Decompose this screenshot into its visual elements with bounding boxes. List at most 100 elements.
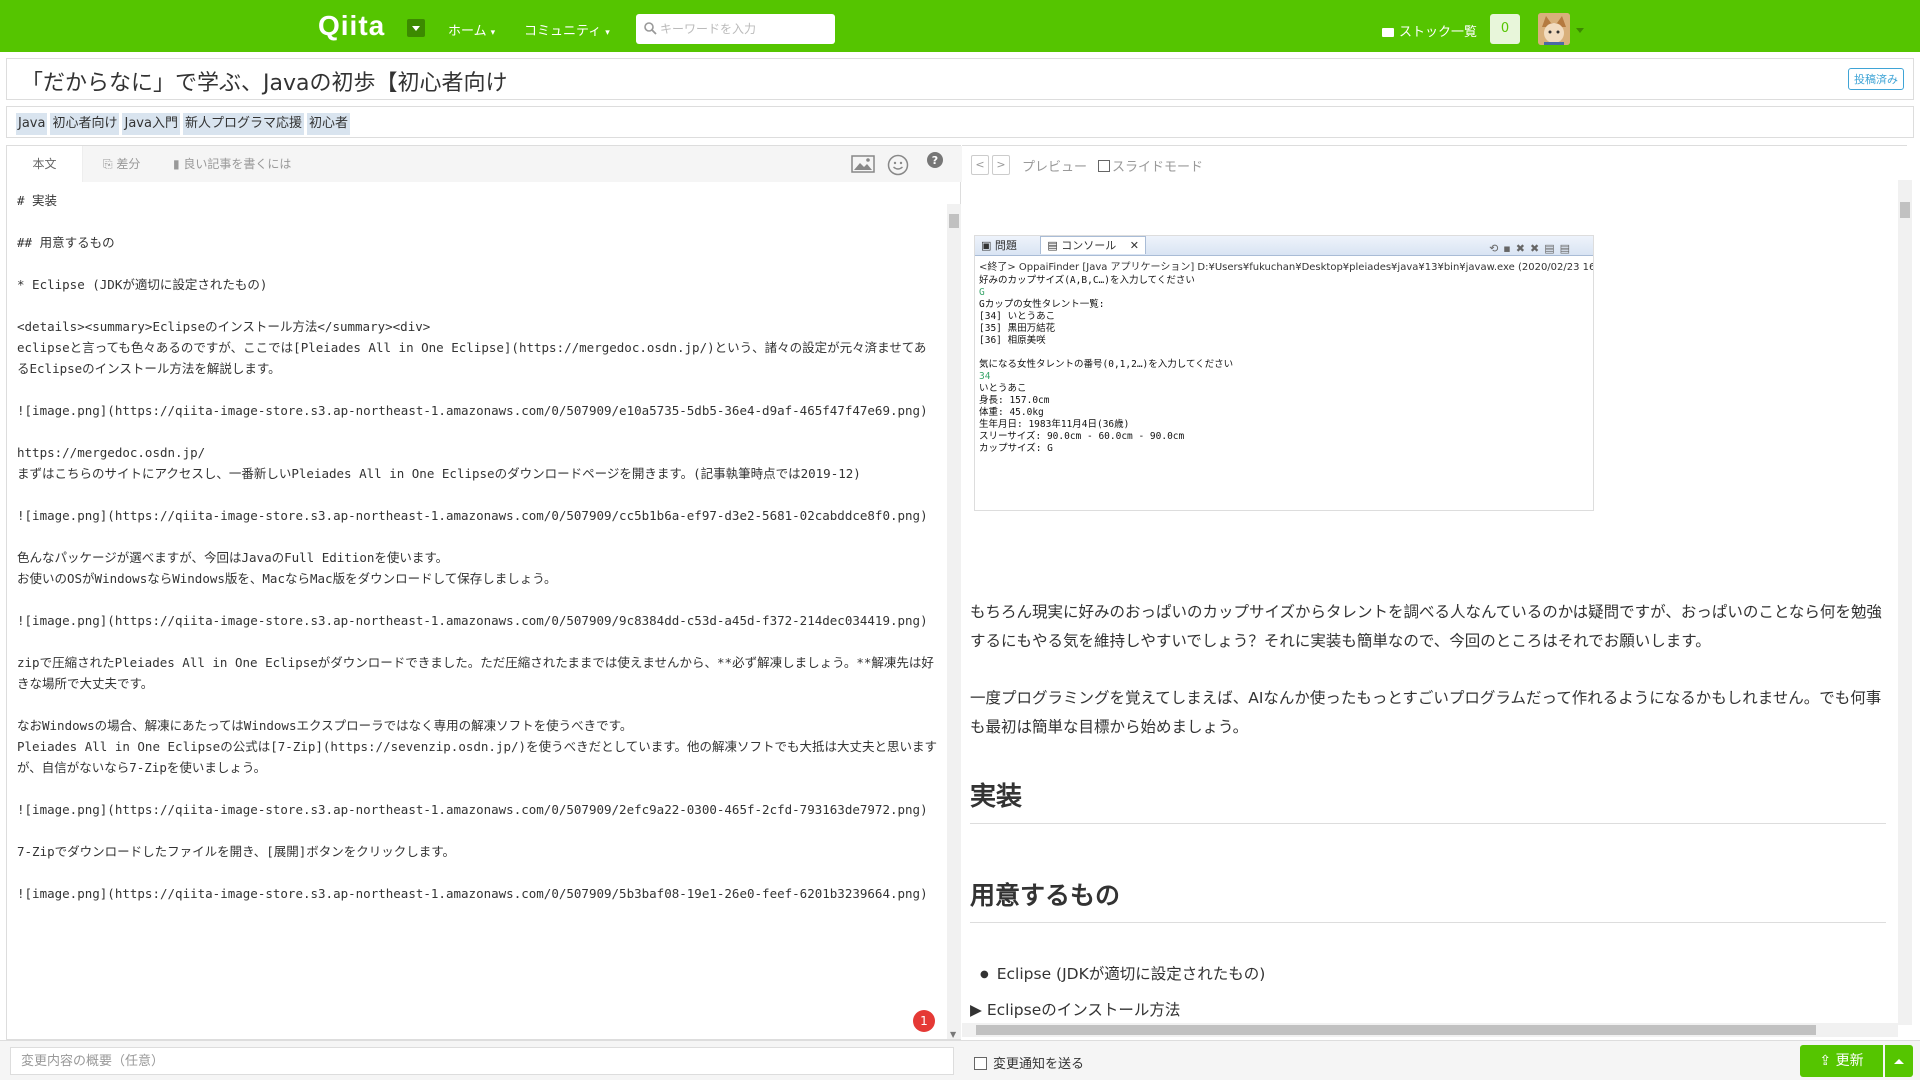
editor-line[interactable]: ![image.png](https://qiita-image-store.s… xyxy=(17,505,937,526)
editor-line[interactable] xyxy=(17,379,937,400)
console-line: G xyxy=(979,287,985,298)
prev-slide-button[interactable]: < xyxy=(971,155,989,175)
emoji-icon[interactable] xyxy=(887,154,909,176)
image-icon[interactable] xyxy=(851,154,875,174)
error-count-badge[interactable]: 1 xyxy=(913,1010,935,1032)
tag-chip[interactable]: 新人プログラマ応援 xyxy=(182,113,304,135)
editor-line[interactable]: <details><summary>Eclipseのインストール方法</summ… xyxy=(17,316,937,337)
editor-line[interactable]: ![image.png](https://qiita-image-store.s… xyxy=(17,400,937,421)
editor-line[interactable] xyxy=(17,295,937,316)
notify-checkbox[interactable] xyxy=(974,1057,987,1070)
help-icon[interactable]: ? xyxy=(927,152,943,168)
editor-line[interactable] xyxy=(17,211,937,232)
nav-community[interactable]: コミュニティ ▾ xyxy=(524,20,610,39)
editor-line[interactable]: * Eclipse (JDKが適切に設定されたもの) xyxy=(17,274,937,295)
editor-line[interactable]: ![image.png](https://qiita-image-store.s… xyxy=(17,799,937,820)
problems-tab: ▣ 問題 xyxy=(981,239,1017,252)
next-slide-button[interactable]: > xyxy=(992,155,1010,175)
editor-line[interactable]: お使いのOSがWindowsならWindows版を、MacならMac版をダウンロ… xyxy=(17,568,937,589)
article-title[interactable]: 「だからなに」で学ぶ、Javaの初歩【初心者向け xyxy=(21,65,507,97)
scroll-down-arrow-icon[interactable]: ▼ xyxy=(950,1030,956,1039)
editor-line[interactable]: ## 用意するもの xyxy=(17,232,937,253)
stock-list-link[interactable]: ストック一覧 xyxy=(1382,21,1477,40)
editor-line[interactable] xyxy=(17,778,937,799)
editor-line[interactable]: まずはこちらのサイトにアクセスし、一番新しいPleiades All in On… xyxy=(17,463,937,484)
editor-line[interactable] xyxy=(17,631,937,652)
preview-hscroll-thumb[interactable] xyxy=(976,1025,1816,1035)
editor-line[interactable]: # 実装 xyxy=(17,190,937,211)
list-item: Eclipse (JDKが適切に設定されたもの) xyxy=(980,962,1266,984)
heading-implementation: 実装 xyxy=(970,776,1886,824)
console-line: スリーサイズ: 90.0cm - 60.0cm - 90.0cm xyxy=(979,431,1185,442)
tab-diff[interactable]: ⎘ 差分 xyxy=(91,146,152,182)
upload-icon: ⇪ xyxy=(1819,1053,1836,1069)
heading-requirements: 用意するもの xyxy=(970,876,1886,923)
change-summary-input[interactable] xyxy=(11,1048,953,1074)
editor-line[interactable] xyxy=(17,589,937,610)
tab-writing-guide[interactable]: ▮ 良い記事を書くには xyxy=(161,146,303,182)
editor-line[interactable] xyxy=(17,862,937,883)
folder-icon xyxy=(1382,28,1394,37)
editor-line[interactable]: ![image.png](https://qiita-image-store.s… xyxy=(17,883,937,904)
tag-chip[interactable]: Java xyxy=(16,113,48,135)
tag-chip[interactable]: 初心者向け xyxy=(50,113,120,135)
avatar-image xyxy=(1538,13,1570,45)
editor-line[interactable] xyxy=(17,694,937,715)
change-summary-field[interactable] xyxy=(10,1047,954,1075)
editor-scroll-thumb[interactable] xyxy=(949,214,959,228)
tag-chip[interactable]: Java入門 xyxy=(122,113,180,135)
tag-chip[interactable]: 初心者 xyxy=(306,113,350,135)
console-line: 好みのカップサイズ(A,B,C…)を入力してください xyxy=(979,275,1195,286)
preview-scrollbar[interactable] xyxy=(1898,180,1912,1025)
qiita-logo[interactable]: Qiita xyxy=(318,10,385,42)
console-line: いとうあこ xyxy=(979,383,1027,394)
search-input[interactable] xyxy=(660,14,830,44)
editor-scrollbar[interactable]: ▼ xyxy=(947,204,961,1039)
tags-field[interactable]: Java 初心者向け Java入門 新人プログラマ応援 初心者 xyxy=(6,106,1914,138)
editor-line[interactable]: 色んなパッケージが選べますが、今回はJavaのFull Editionを使います… xyxy=(17,547,937,568)
console-line: 身長: 157.0cm xyxy=(979,395,1050,406)
editor-line[interactable]: ![image.png](https://qiita-image-store.s… xyxy=(17,610,937,631)
editor-line[interactable] xyxy=(17,421,937,442)
editor-line[interactable] xyxy=(17,484,937,505)
preview-horizontal-scrollbar[interactable] xyxy=(962,1023,1898,1037)
paragraph-2: 一度プログラミングを覚えてしまえば、AIなんか使ったもっとすごいプログラムだって… xyxy=(970,689,1882,736)
update-button[interactable]: ⇪ 更新 xyxy=(1800,1045,1883,1077)
tab-body[interactable]: 本文 xyxy=(7,146,83,182)
update-options-dropdown[interactable] xyxy=(1885,1045,1913,1077)
console-tab: ▤ コンソール ✕ xyxy=(1040,236,1146,254)
slide-mode-checkbox[interactable] xyxy=(1098,160,1110,172)
editor-line[interactable] xyxy=(17,526,937,547)
posted-badge: 投稿済み xyxy=(1848,68,1904,90)
editor-line[interactable]: なおWindowsの場合、解凍にあたってはWindowsエクスプローラではなく専… xyxy=(17,715,937,736)
book-icon: ▮ xyxy=(173,157,184,171)
nav-home[interactable]: ホーム ▾ xyxy=(448,20,495,39)
editor-line[interactable]: zipで圧縮されたPleiades All in One Eclipseがダウン… xyxy=(17,652,937,694)
console-tabbar: ▣ 問題 ▤ コンソール ✕ ⟲▪✖✖▤▤ xyxy=(975,236,1593,256)
console-line: カップサイズ: G xyxy=(979,443,1053,454)
console-toolbar-icons: ⟲▪✖✖▤▤ xyxy=(1489,242,1575,255)
editor-line[interactable] xyxy=(17,820,937,841)
notification-count[interactable]: 0 xyxy=(1490,14,1520,44)
top-navbar: Qiita ホーム▾ コミュニティ▾ ストック一覧 0 xyxy=(0,0,1920,52)
editor-line[interactable]: https://mergedoc.osdn.jp/ xyxy=(17,442,937,463)
console-output: 好みのカップサイズ(A,B,C…)を入力してください G Gカップの女性タレント一覧… xyxy=(975,275,1593,455)
editor-line[interactable]: eclipseと言っても色々あるのですが、ここでは[Pleiades All i… xyxy=(17,337,937,379)
logo-dropdown-icon[interactable] xyxy=(407,19,425,37)
user-menu-caret-icon[interactable] xyxy=(1576,28,1584,33)
preview-scroll-thumb[interactable] xyxy=(1900,202,1910,218)
title-field[interactable]: 「だからなに」で学ぶ、Javaの初歩【初心者向け 投稿済み xyxy=(6,58,1914,100)
search-box[interactable] xyxy=(636,14,835,44)
search-icon xyxy=(644,22,657,35)
editor-pane: 本文 ⎘ 差分 ▮ 良い記事を書くには ? # 実装 ## 用意するもの * E… xyxy=(6,145,962,1041)
svg-text:?: ? xyxy=(932,154,938,167)
user-avatar[interactable] xyxy=(1538,13,1570,45)
editor-line[interactable]: Pleiades All in One Eclipseの公式は[7-Zip](h… xyxy=(17,736,937,778)
slide-mode-toggle[interactable]: スライドモード xyxy=(1098,156,1203,175)
details-toggle[interactable]: ▶ Eclipseのインストール方法 xyxy=(970,998,1180,1020)
console-line: [34] いとうあこ xyxy=(979,311,1056,322)
send-notification-option[interactable]: 変更通知を送る xyxy=(974,1053,1084,1072)
editor-line[interactable] xyxy=(17,253,937,274)
markdown-editor[interactable]: # 実装 ## 用意するもの * Eclipse (JDKが適切に設定されたもの… xyxy=(7,182,947,1041)
editor-line[interactable]: 7-Zipでダウンロードしたファイルを開き、[展開]ボタンをクリックします。 xyxy=(17,841,937,862)
